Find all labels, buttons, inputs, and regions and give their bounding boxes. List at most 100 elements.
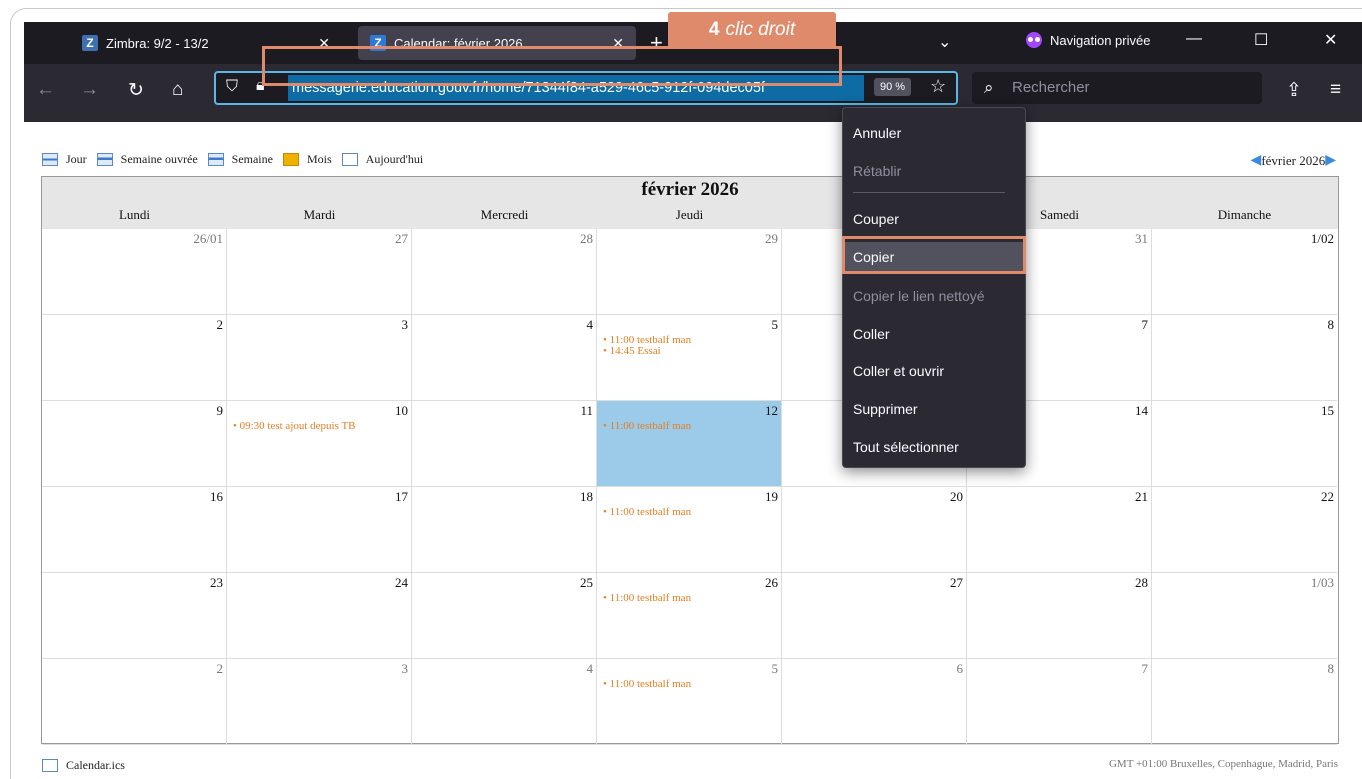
day-cell[interactable]: 19 • 11:00 testbalf man bbox=[597, 487, 782, 573]
day-cell[interactable]: 27 bbox=[227, 229, 412, 315]
step-annotation: 4 clic droit bbox=[668, 12, 836, 48]
day-cell[interactable]: 28 bbox=[967, 573, 1152, 659]
search-icon: ⌕ bbox=[984, 78, 994, 97]
day-cell[interactable]: 2 bbox=[42, 659, 227, 745]
timezone-label: GMT +01:00 Bruxelles, Copenhague, Madrid… bbox=[1108, 758, 1338, 770]
calendar-event[interactable]: • 11:00 testbalf man bbox=[603, 506, 691, 518]
day-number: 7 bbox=[1141, 317, 1149, 332]
back-icon[interactable]: ← bbox=[36, 79, 55, 101]
private-label: Navigation privée bbox=[1050, 32, 1151, 48]
next-month-icon[interactable]: ▶ bbox=[1325, 152, 1336, 169]
context-menu-item[interactable]: Coller bbox=[843, 319, 1025, 349]
day-number: 2 bbox=[216, 661, 224, 676]
search-input[interactable]: ⌕ Rechercher bbox=[972, 72, 1262, 104]
view-work-week-button[interactable]: Semaine ouvrée bbox=[96, 152, 198, 167]
day-cell[interactable]: 4 bbox=[412, 315, 597, 401]
private-browsing-indicator: Navigation privée bbox=[1026, 32, 1150, 48]
day-cell[interactable]: 23 bbox=[42, 573, 227, 659]
day-cell[interactable]: 11 bbox=[412, 401, 597, 487]
day-cell[interactable]: 1/02 bbox=[1152, 229, 1337, 315]
tab-calendar[interactable]: Z Calendar: février 2026 ✕ bbox=[358, 26, 636, 60]
day-number: 3 bbox=[401, 661, 409, 676]
view-month-button[interactable]: Mois bbox=[282, 152, 332, 167]
day-number: 22 bbox=[1321, 489, 1334, 504]
day-cell[interactable]: 26/01 bbox=[42, 229, 227, 315]
day-cell[interactable]: 5 • 11:00 testbalf man • 14:45 Essai bbox=[597, 315, 782, 401]
context-menu-item[interactable]: Coller et ouvrir bbox=[843, 356, 1025, 386]
minimize-icon[interactable]: — bbox=[1186, 30, 1202, 48]
context-menu-item[interactable]: Tout sélectionner bbox=[843, 432, 1025, 462]
day-cell[interactable]: 12 • 11:00 testbalf man bbox=[597, 401, 782, 487]
share-icon[interactable]: ⇪ bbox=[1286, 79, 1302, 102]
day-cell[interactable]: 3 bbox=[227, 659, 412, 745]
month-view-icon bbox=[282, 153, 299, 166]
calendar-event[interactable]: • 09:30 test ajout depuis TB bbox=[233, 420, 356, 432]
day-view-icon bbox=[42, 153, 58, 166]
forward-icon[interactable]: → bbox=[80, 79, 99, 101]
chevron-down-icon[interactable]: ⌄ bbox=[938, 32, 951, 52]
context-menu-item[interactable]: Supprimer bbox=[843, 394, 1025, 424]
lock-icon[interactable]: 🔒︎ bbox=[256, 77, 265, 95]
day-cell[interactable]: 18 bbox=[412, 487, 597, 573]
view-day-button[interactable]: Jour bbox=[42, 152, 87, 167]
star-icon[interactable]: ☆ bbox=[930, 76, 946, 97]
calendar-event[interactable]: • 11:00 testbalf man bbox=[603, 678, 691, 690]
close-icon[interactable]: ✕ bbox=[612, 35, 624, 52]
ics-link[interactable]: Calendar.ics bbox=[42, 758, 125, 773]
day-cell[interactable]: 8 bbox=[1152, 659, 1337, 745]
day-cell[interactable]: 21 bbox=[967, 487, 1152, 573]
day-cell[interactable]: 26 • 11:00 testbalf man bbox=[597, 573, 782, 659]
day-cell[interactable]: 27 bbox=[782, 573, 967, 659]
calendar-event[interactable]: • 11:00 testbalf man bbox=[603, 592, 691, 604]
close-icon[interactable]: ✕ bbox=[318, 35, 330, 52]
view-week-label: Semaine bbox=[231, 152, 273, 166]
day-cell[interactable]: 7 bbox=[967, 659, 1152, 745]
view-week-button[interactable]: Semaine bbox=[207, 152, 273, 167]
new-tab-button[interactable]: + bbox=[650, 30, 663, 56]
day-number: 31 bbox=[1135, 231, 1148, 246]
today-button[interactable]: Aujourd'hui bbox=[341, 152, 423, 167]
tab-label: Zimbra: 9/2 - 13/2 bbox=[106, 35, 209, 51]
day-cell[interactable]: 22 bbox=[1152, 487, 1337, 573]
day-cell[interactable]: 1/03 bbox=[1152, 573, 1337, 659]
day-number: 1/02 bbox=[1310, 231, 1334, 246]
day-cell[interactable]: 20 bbox=[782, 487, 967, 573]
home-icon[interactable]: ⌂ bbox=[172, 79, 183, 101]
day-cell[interactable]: 3 bbox=[227, 315, 412, 401]
day-cell[interactable]: 4 bbox=[412, 659, 597, 745]
maximize-icon[interactable]: ☐ bbox=[1254, 30, 1268, 50]
tab-zimbra[interactable]: Z Zimbra: 9/2 - 13/2 ✕ bbox=[70, 26, 342, 60]
day-cell[interactable]: 2 bbox=[42, 315, 227, 401]
day-number: 5 bbox=[771, 661, 779, 676]
reload-icon[interactable]: ↻ bbox=[128, 79, 144, 102]
prev-month-icon[interactable]: ◀ bbox=[1251, 152, 1262, 169]
context-menu-item[interactable]: Couper bbox=[843, 204, 1025, 234]
day-cell[interactable]: 5 • 11:00 testbalf man bbox=[597, 659, 782, 745]
menu-icon[interactable]: ≡ bbox=[1330, 79, 1341, 101]
weekday-header: Jeudi bbox=[675, 207, 704, 222]
day-cell[interactable]: 24 bbox=[227, 573, 412, 659]
shield-icon[interactable]: ⛉ bbox=[226, 78, 238, 96]
url-bar[interactable]: ⛉ 🔒︎ messagerie.education.gouv.fr/home/7… bbox=[214, 71, 958, 105]
day-cell[interactable]: 15 bbox=[1152, 401, 1337, 487]
day-number: 17 bbox=[395, 489, 408, 504]
day-cell[interactable]: 28 bbox=[412, 229, 597, 315]
day-cell[interactable]: 17 bbox=[227, 487, 412, 573]
day-cell[interactable]: 25 bbox=[412, 573, 597, 659]
zoom-indicator[interactable]: 90 % bbox=[874, 78, 912, 96]
day-number: 21 bbox=[1135, 489, 1148, 504]
day-cell[interactable]: 10 • 09:30 test ajout depuis TB bbox=[227, 401, 412, 487]
url-text[interactable]: messagerie.education.gouv.fr/home/71344f… bbox=[288, 75, 864, 101]
calendar-event[interactable]: • 14:45 Essai bbox=[603, 345, 661, 357]
day-cell[interactable]: 16 bbox=[42, 487, 227, 573]
day-cell[interactable]: 9 bbox=[42, 401, 227, 487]
close-window-icon[interactable]: ✕ bbox=[1324, 30, 1337, 50]
context-menu-item[interactable]: Copier bbox=[843, 242, 1025, 272]
work-week-view-icon bbox=[96, 153, 113, 166]
day-cell[interactable]: 8 bbox=[1152, 315, 1337, 401]
calendar-event[interactable]: • 11:00 testbalf man bbox=[603, 420, 691, 432]
context-menu-item[interactable]: Annuler bbox=[843, 118, 1025, 148]
day-cell[interactable]: 6 bbox=[782, 659, 967, 745]
day-number: 16 bbox=[210, 489, 223, 504]
day-cell[interactable]: 29 bbox=[597, 229, 782, 315]
